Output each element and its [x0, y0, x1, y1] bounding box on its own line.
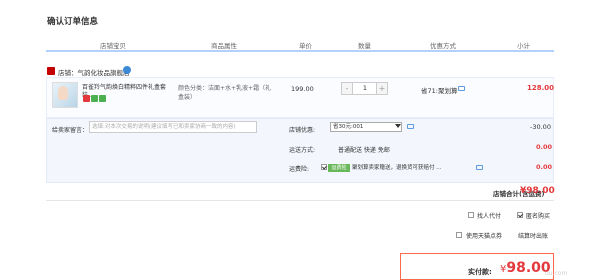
wangwang-chat-icon[interactable] [123, 66, 131, 74]
message-to-seller-input[interactable]: 选填:对本次交易的说明(建议填写已和卖家协商一致的内容) [89, 121, 257, 133]
tmall-points-label: 使用天猫点券 [466, 233, 503, 240]
payment-label: 实付款: [468, 268, 492, 276]
service-tag-icon [91, 95, 98, 102]
chevron-down-icon[interactable] [395, 124, 401, 128]
insurance-info-icon[interactable] [476, 165, 483, 170]
header-divider [46, 50, 554, 52]
shipping-method: 普通配送 快递 免邮 [338, 147, 390, 154]
message-label: 给卖家留言： [52, 127, 89, 134]
quantity-stepper: - 1 + [341, 82, 388, 95]
page-title: 确认订单信息 [47, 17, 99, 27]
increase-quantity-button[interactable]: + [376, 83, 387, 94]
pay-by-friend-checkbox[interactable] [468, 212, 474, 218]
column-header-price: 单价 [299, 42, 312, 50]
service-tag-icon [83, 95, 90, 102]
product-attributes: 颜色分类：洁面+水+乳液+霜（礼 盒装） [178, 84, 271, 102]
store-total-value: ¥98.00 [520, 186, 555, 196]
promo-method: 省71:聚划算 [421, 87, 458, 95]
anonymous-purchase-label: 匿名购买 [526, 213, 551, 220]
divider [46, 200, 554, 201]
column-header-quantity: 数量 [358, 42, 371, 50]
shipping-amount: 0.00 [536, 143, 553, 151]
service-tag-icon [99, 95, 106, 102]
store-discount-label: 店铺优惠: [289, 127, 316, 134]
payment-amount: ¥98.00 [500, 260, 551, 276]
column-header-attributes: 商品属性 [211, 42, 237, 50]
store-discount-select[interactable]: 省30元:001 [330, 122, 402, 132]
unit-price: 199.00 [291, 85, 314, 93]
quantity-input[interactable]: 1 [354, 83, 376, 94]
insurance-label: 运费险: [289, 166, 310, 173]
tmall-points-checkbox[interactable] [456, 232, 462, 238]
watermark: uu.com [545, 270, 568, 277]
discount-info-icon[interactable] [407, 124, 414, 129]
shipping-label: 运送方式: [289, 147, 316, 154]
product-attr-line2: 盒装） [178, 94, 197, 101]
product-thumbnail-figure [58, 86, 68, 100]
promo-info-icon[interactable] [458, 86, 465, 91]
store-icon [47, 67, 55, 75]
product-attr-line1: 颜色分类：洁面+水+乳液+霜（礼 [178, 85, 272, 92]
insurance-tag: 运费险 [328, 164, 350, 172]
settle-bill-link[interactable]: 结算时出账 [518, 231, 548, 240]
insurance-checkbox[interactable] [321, 164, 327, 170]
item-subtotal: 128.00 [527, 84, 555, 92]
insurance-amount: 0.00 [536, 163, 553, 171]
column-header-subtotal: 小计 [517, 42, 530, 50]
store-discount-amount: -30.00 [530, 123, 551, 131]
anonymous-purchase-checkbox[interactable] [517, 212, 523, 218]
column-header-promo: 优惠方式 [430, 42, 456, 50]
column-header-items: 店铺宝贝 [100, 42, 126, 50]
decrease-quantity-button[interactable]: - [342, 83, 353, 94]
insurance-description: 聚划算卖家赠送，退换货可获赔付 ... [352, 165, 442, 171]
store-name-link[interactable]: 店铺：气韵化妆品旗舰店 [58, 67, 130, 77]
product-name-line1: 百雀羚气韵焕白精粹四件礼盒套 [82, 84, 167, 91]
pay-by-friend-label: 找人代付 [477, 213, 502, 220]
